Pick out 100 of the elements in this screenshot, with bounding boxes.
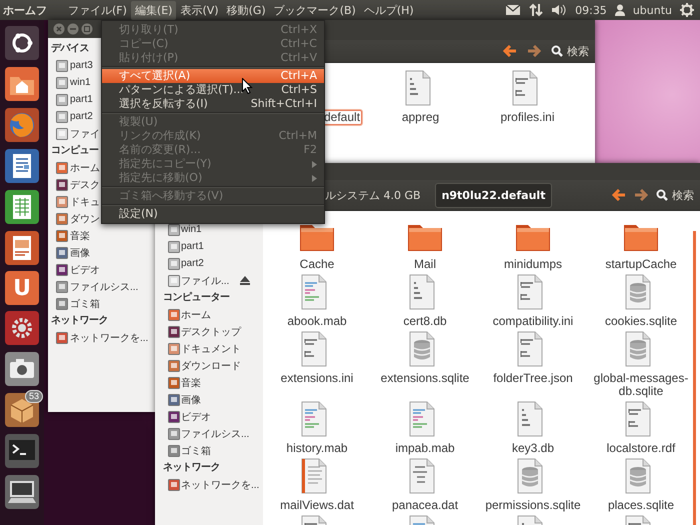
launcher-item[interactable] (4, 148, 40, 184)
file-name[interactable]: minidumps (502, 257, 564, 272)
sidebar-item[interactable]: デスク (51, 176, 100, 193)
sidebar-item[interactable]: デスクトップ (158, 323, 241, 340)
sidebar-item[interactable]: ゴミ箱 (158, 442, 211, 459)
shortcut-text: Ctrl+C (280, 37, 317, 51)
sidebar-item[interactable]: ビデオ (158, 408, 211, 425)
search-button[interactable]: 検索 (551, 44, 589, 58)
minimize-button[interactable] (67, 23, 79, 35)
sidebar-item[interactable]: 音楽 (51, 227, 90, 244)
file-name[interactable]: compatibility.ini (490, 314, 576, 329)
launcher-item[interactable] (4, 25, 40, 61)
file-name[interactable]: cookies.sqlite (602, 314, 680, 329)
sidebar-item[interactable]: win1 (51, 74, 91, 91)
launcher-item[interactable] (4, 310, 40, 346)
file-name[interactable]: history.mab (284, 441, 350, 456)
file-name[interactable]: extensions.ini (278, 371, 356, 386)
back-arrow-icon[interactable] (612, 189, 626, 201)
sidebar-item[interactable]: ファイル... (158, 272, 230, 289)
user-name[interactable]: ubuntu (632, 4, 672, 16)
sidebar-item[interactable]: ドキュメント (158, 340, 241, 357)
menu-bar-item[interactable]: ブックマーク(B) (270, 0, 360, 20)
path-button[interactable]: n9t0lu22.default (434, 182, 552, 208)
menu-bar-item[interactable]: 移動(G) (222, 0, 270, 20)
sidebar-item[interactable]: ネットワークを... (51, 329, 148, 346)
sidebar-item[interactable]: part3 (51, 57, 93, 74)
speaker-icon[interactable] (551, 4, 568, 16)
menu-bar-item[interactable]: ファイル(F) (64, 0, 131, 20)
file-name[interactable]: panacea.dat (390, 498, 460, 513)
globe-icon (5, 108, 39, 142)
sidebar-item[interactable]: ファイルシス... (158, 425, 250, 442)
file-name[interactable]: places.sqlite (606, 498, 676, 513)
sidebar-item[interactable]: ホーム (158, 306, 211, 323)
sidebar-item[interactable]: ファイルシス... (51, 278, 138, 295)
sidebar-item[interactable]: part2 (51, 108, 93, 125)
file-name[interactable]: Cache (298, 257, 336, 272)
launcher-item[interactable] (4, 474, 40, 510)
forward-arrow-icon[interactable] (527, 45, 541, 57)
sidebar-item[interactable]: 音楽 (158, 374, 201, 391)
power-icon[interactable] (680, 3, 694, 17)
network-icon[interactable] (529, 3, 544, 17)
shortcut-text: F2 (304, 143, 317, 157)
file-name[interactable]: profiles.ini (498, 110, 557, 125)
file-name[interactable]: extensions.sqlite (378, 371, 472, 386)
launcher-item[interactable]: 53 (4, 392, 40, 428)
sidebar-item[interactable]: ビデオ (51, 261, 100, 278)
file-name[interactable]: cert8.db (401, 314, 449, 329)
sidebar-item[interactable]: ダウン (51, 210, 100, 227)
sidebar-item[interactable]: part2 (158, 255, 204, 272)
clock[interactable]: 09:35 (575, 4, 607, 16)
forward-arrow-icon[interactable] (634, 189, 648, 201)
mail-icon[interactable] (505, 4, 522, 16)
launcher-item[interactable] (4, 189, 40, 225)
search-icon (551, 45, 563, 57)
search-button[interactable]: 検索 (656, 188, 694, 202)
back-arrow-icon[interactable] (503, 45, 517, 57)
launcher-item[interactable] (4, 433, 40, 469)
sidebar-item[interactable]: part1 (51, 91, 93, 108)
sidebar-item[interactable]: ゴミ箱 (51, 295, 100, 312)
launcher-item[interactable] (4, 351, 40, 387)
sidebar-item[interactable]: ドキュ (51, 193, 100, 210)
file-name[interactable]: default (322, 110, 362, 125)
spreadsheet-icon (5, 190, 39, 224)
file-name[interactable]: localstore.rdf (604, 441, 678, 456)
sidebar-item[interactable]: part1 (158, 238, 204, 255)
file-name[interactable]: Mail (412, 257, 438, 272)
menu-bar-item[interactable]: 編集(E) (130, 0, 176, 20)
file-name[interactable]: key3.db (510, 441, 556, 456)
user-icon[interactable] (614, 4, 625, 16)
sidebar-item[interactable]: ネットワークを... (158, 476, 260, 493)
shortcut-text: Ctrl+V (280, 51, 317, 65)
eject-icon[interactable] (239, 275, 252, 286)
menu-bar-item[interactable]: 表示(V) (176, 0, 223, 20)
file-name[interactable]: abook.mab (285, 314, 349, 329)
launcher-item[interactable] (4, 107, 40, 143)
menu-item[interactable]: 選択を反転する(I) Shift+Ctrl+I (102, 97, 324, 111)
launcher-item[interactable] (4, 230, 40, 266)
file-name[interactable]: folderTree.json (491, 371, 575, 386)
menu-item[interactable]: パターンによる選択(T)... Ctrl+S (102, 83, 324, 97)
count-badge: 53 (24, 390, 43, 403)
sidebar-item[interactable]: ホーム (51, 159, 100, 176)
sidebar-item[interactable]: 画像 (158, 391, 201, 408)
menu-bar-item[interactable]: ヘルプ(H) (360, 0, 418, 20)
logo-icon (5, 26, 39, 60)
document-icon (5, 149, 39, 183)
file-name[interactable]: mailViews.dat (278, 498, 356, 513)
sidebar-item[interactable]: ダウンロード (158, 357, 241, 374)
sidebar-item[interactable]: win1 (158, 221, 202, 238)
sidebar-item[interactable]: 画像 (51, 244, 90, 261)
shortcut-text: Ctrl+M (278, 129, 317, 143)
file-name[interactable]: appreg (400, 110, 442, 125)
maximize-button[interactable] (81, 23, 93, 35)
file-name[interactable]: global-messages-db.sqlite (587, 371, 695, 399)
sidebar-item[interactable]: ファイ (51, 125, 100, 142)
file-name[interactable]: impab.mab (393, 441, 457, 456)
file-name[interactable]: startupCache (603, 257, 679, 272)
close-button[interactable] (53, 23, 65, 35)
menu-item[interactable]: 設定(N) (102, 207, 324, 221)
file-name[interactable]: permissions.sqlite (483, 498, 583, 513)
sidebar-heading: コンピュー (51, 144, 98, 158)
